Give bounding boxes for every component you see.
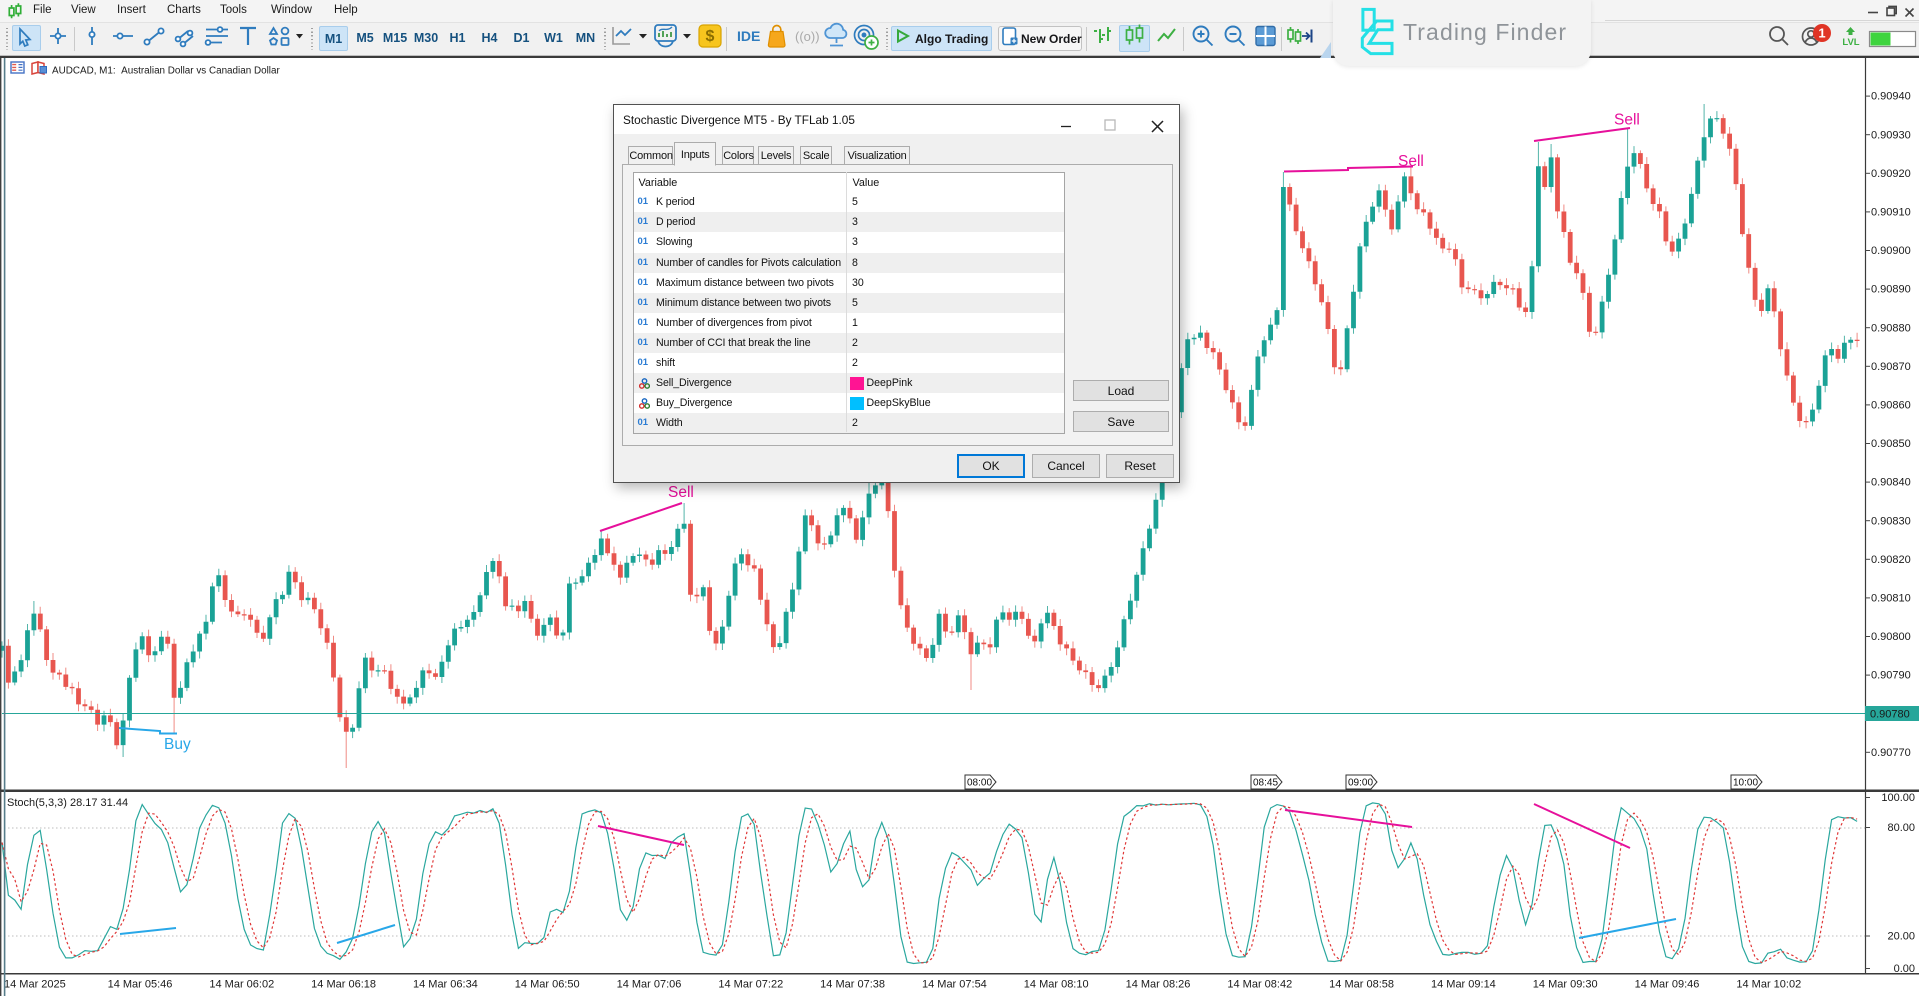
svg-text:Sell: Sell <box>668 484 694 501</box>
svg-text:08:45: 08:45 <box>1253 778 1278 789</box>
svg-text:0.90920: 0.90920 <box>1871 168 1911 180</box>
svg-text:10:00: 10:00 <box>1733 778 1758 789</box>
svg-text:0.90860: 0.90860 <box>1871 400 1911 412</box>
svg-text:14 Mar 08:42: 14 Mar 08:42 <box>1227 979 1292 991</box>
svg-text:14 Mar 09:46: 14 Mar 09:46 <box>1635 979 1700 991</box>
svg-text:14 Mar 09:30: 14 Mar 09:30 <box>1533 979 1598 991</box>
svg-text:14 Mar 10:02: 14 Mar 10:02 <box>1736 979 1801 991</box>
svg-text:$: $ <box>706 28 715 45</box>
svg-text:0.00: 0.00 <box>1894 963 1915 975</box>
svg-text:((o)): ((o)) <box>795 29 820 44</box>
svg-text:0.90810: 0.90810 <box>1871 593 1911 605</box>
svg-text:0.90840: 0.90840 <box>1871 477 1911 489</box>
svg-text:14 Mar 08:10: 14 Mar 08:10 <box>1024 979 1089 991</box>
svg-text:14 Mar 07:38: 14 Mar 07:38 <box>820 979 885 991</box>
svg-text:0.90820: 0.90820 <box>1871 554 1911 566</box>
svg-text:14 Mar 06:18: 14 Mar 06:18 <box>311 979 376 991</box>
svg-text:0.90780: 0.90780 <box>1870 708 1910 720</box>
svg-text:80.00: 80.00 <box>1887 822 1915 834</box>
svg-text:Sell: Sell <box>1398 153 1424 170</box>
svg-text:100.00: 100.00 <box>1881 792 1915 804</box>
svg-text:14 Mar 08:26: 14 Mar 08:26 <box>1126 979 1191 991</box>
svg-text:14 Mar 2025: 14 Mar 2025 <box>4 979 66 991</box>
svg-text:0.90850: 0.90850 <box>1871 438 1911 450</box>
svg-text:0.90880: 0.90880 <box>1871 322 1911 334</box>
svg-text:14 Mar 06:34: 14 Mar 06:34 <box>413 979 478 991</box>
svg-text:0.90800: 0.90800 <box>1871 631 1911 643</box>
svg-text:LVL: LVL <box>1842 37 1859 48</box>
svg-text:14 Mar 09:14: 14 Mar 09:14 <box>1431 979 1496 991</box>
svg-text:14 Mar 07:22: 14 Mar 07:22 <box>718 979 783 991</box>
svg-text:AUDCAD, M1: Australian Dollar: AUDCAD, M1: Australian Dollar vs Canadia… <box>52 66 280 77</box>
svg-text:14 Mar 06:50: 14 Mar 06:50 <box>515 979 580 991</box>
svg-text:0.90830: 0.90830 <box>1871 515 1911 527</box>
svg-text:0.90900: 0.90900 <box>1871 245 1911 257</box>
svg-text:Sell: Sell <box>1614 112 1640 129</box>
svg-text:1: 1 <box>1818 26 1825 41</box>
svg-text:14 Mar 07:54: 14 Mar 07:54 <box>922 979 987 991</box>
svg-text:08:00: 08:00 <box>967 778 992 789</box>
svg-text:14 Mar 05:46: 14 Mar 05:46 <box>108 979 173 991</box>
svg-text:0.90790: 0.90790 <box>1871 670 1911 682</box>
svg-text:14 Mar 07:06: 14 Mar 07:06 <box>617 979 682 991</box>
svg-text:IDE: IDE <box>737 28 760 44</box>
svg-text:0.90910: 0.90910 <box>1871 207 1911 219</box>
svg-text:20.00: 20.00 <box>1887 931 1915 943</box>
svg-text:0.90870: 0.90870 <box>1871 361 1911 373</box>
svg-text:0.90940: 0.90940 <box>1871 91 1911 103</box>
svg-text:Buy: Buy <box>164 736 191 753</box>
svg-text:09:00: 09:00 <box>1348 778 1373 789</box>
svg-text:0.90770: 0.90770 <box>1871 747 1911 759</box>
svg-text:0.90890: 0.90890 <box>1871 284 1911 296</box>
svg-text:14 Mar 08:58: 14 Mar 08:58 <box>1329 979 1394 991</box>
svg-text:14 Mar 06:02: 14 Mar 06:02 <box>209 979 274 991</box>
svg-text:Stoch(5,3,3) 28.17 31.44: Stoch(5,3,3) 28.17 31.44 <box>7 797 128 809</box>
svg-text:0.90930: 0.90930 <box>1871 129 1911 141</box>
